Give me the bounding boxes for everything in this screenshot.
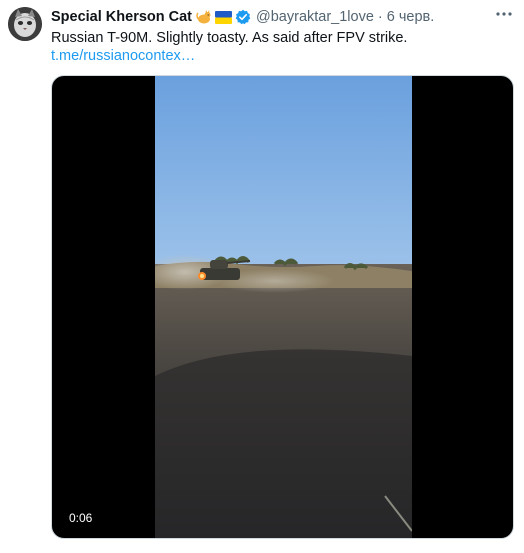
more-icon[interactable]: [492, 4, 516, 24]
tweet-link[interactable]: t.me/russianocontex…: [51, 47, 195, 66]
separator-dot: ·: [377, 9, 383, 25]
verified-badge-icon: [235, 9, 251, 25]
ukraine-flag-icon: [215, 10, 233, 24]
author-handle[interactable]: @bayraktar_1love: [256, 8, 374, 26]
cat-icon: [196, 9, 212, 25]
tweet-header: Special Kherson Cat @bayraktar_1love · 6…: [51, 8, 434, 26]
author-name[interactable]: Special Kherson Cat: [51, 8, 192, 26]
video-duration: 0:06: [65, 510, 97, 526]
tweet[interactable]: Special Kherson Cat @bayraktar_1love · 6…: [0, 0, 524, 553]
video-frame[interactable]: [155, 76, 412, 538]
video-player[interactable]: 0:06: [51, 75, 514, 539]
avatar[interactable]: [8, 7, 42, 41]
tweet-text: Russian T-90M. Slightly toasty. As said …: [51, 30, 408, 46]
timestamp[interactable]: 6 черв.: [387, 8, 435, 26]
